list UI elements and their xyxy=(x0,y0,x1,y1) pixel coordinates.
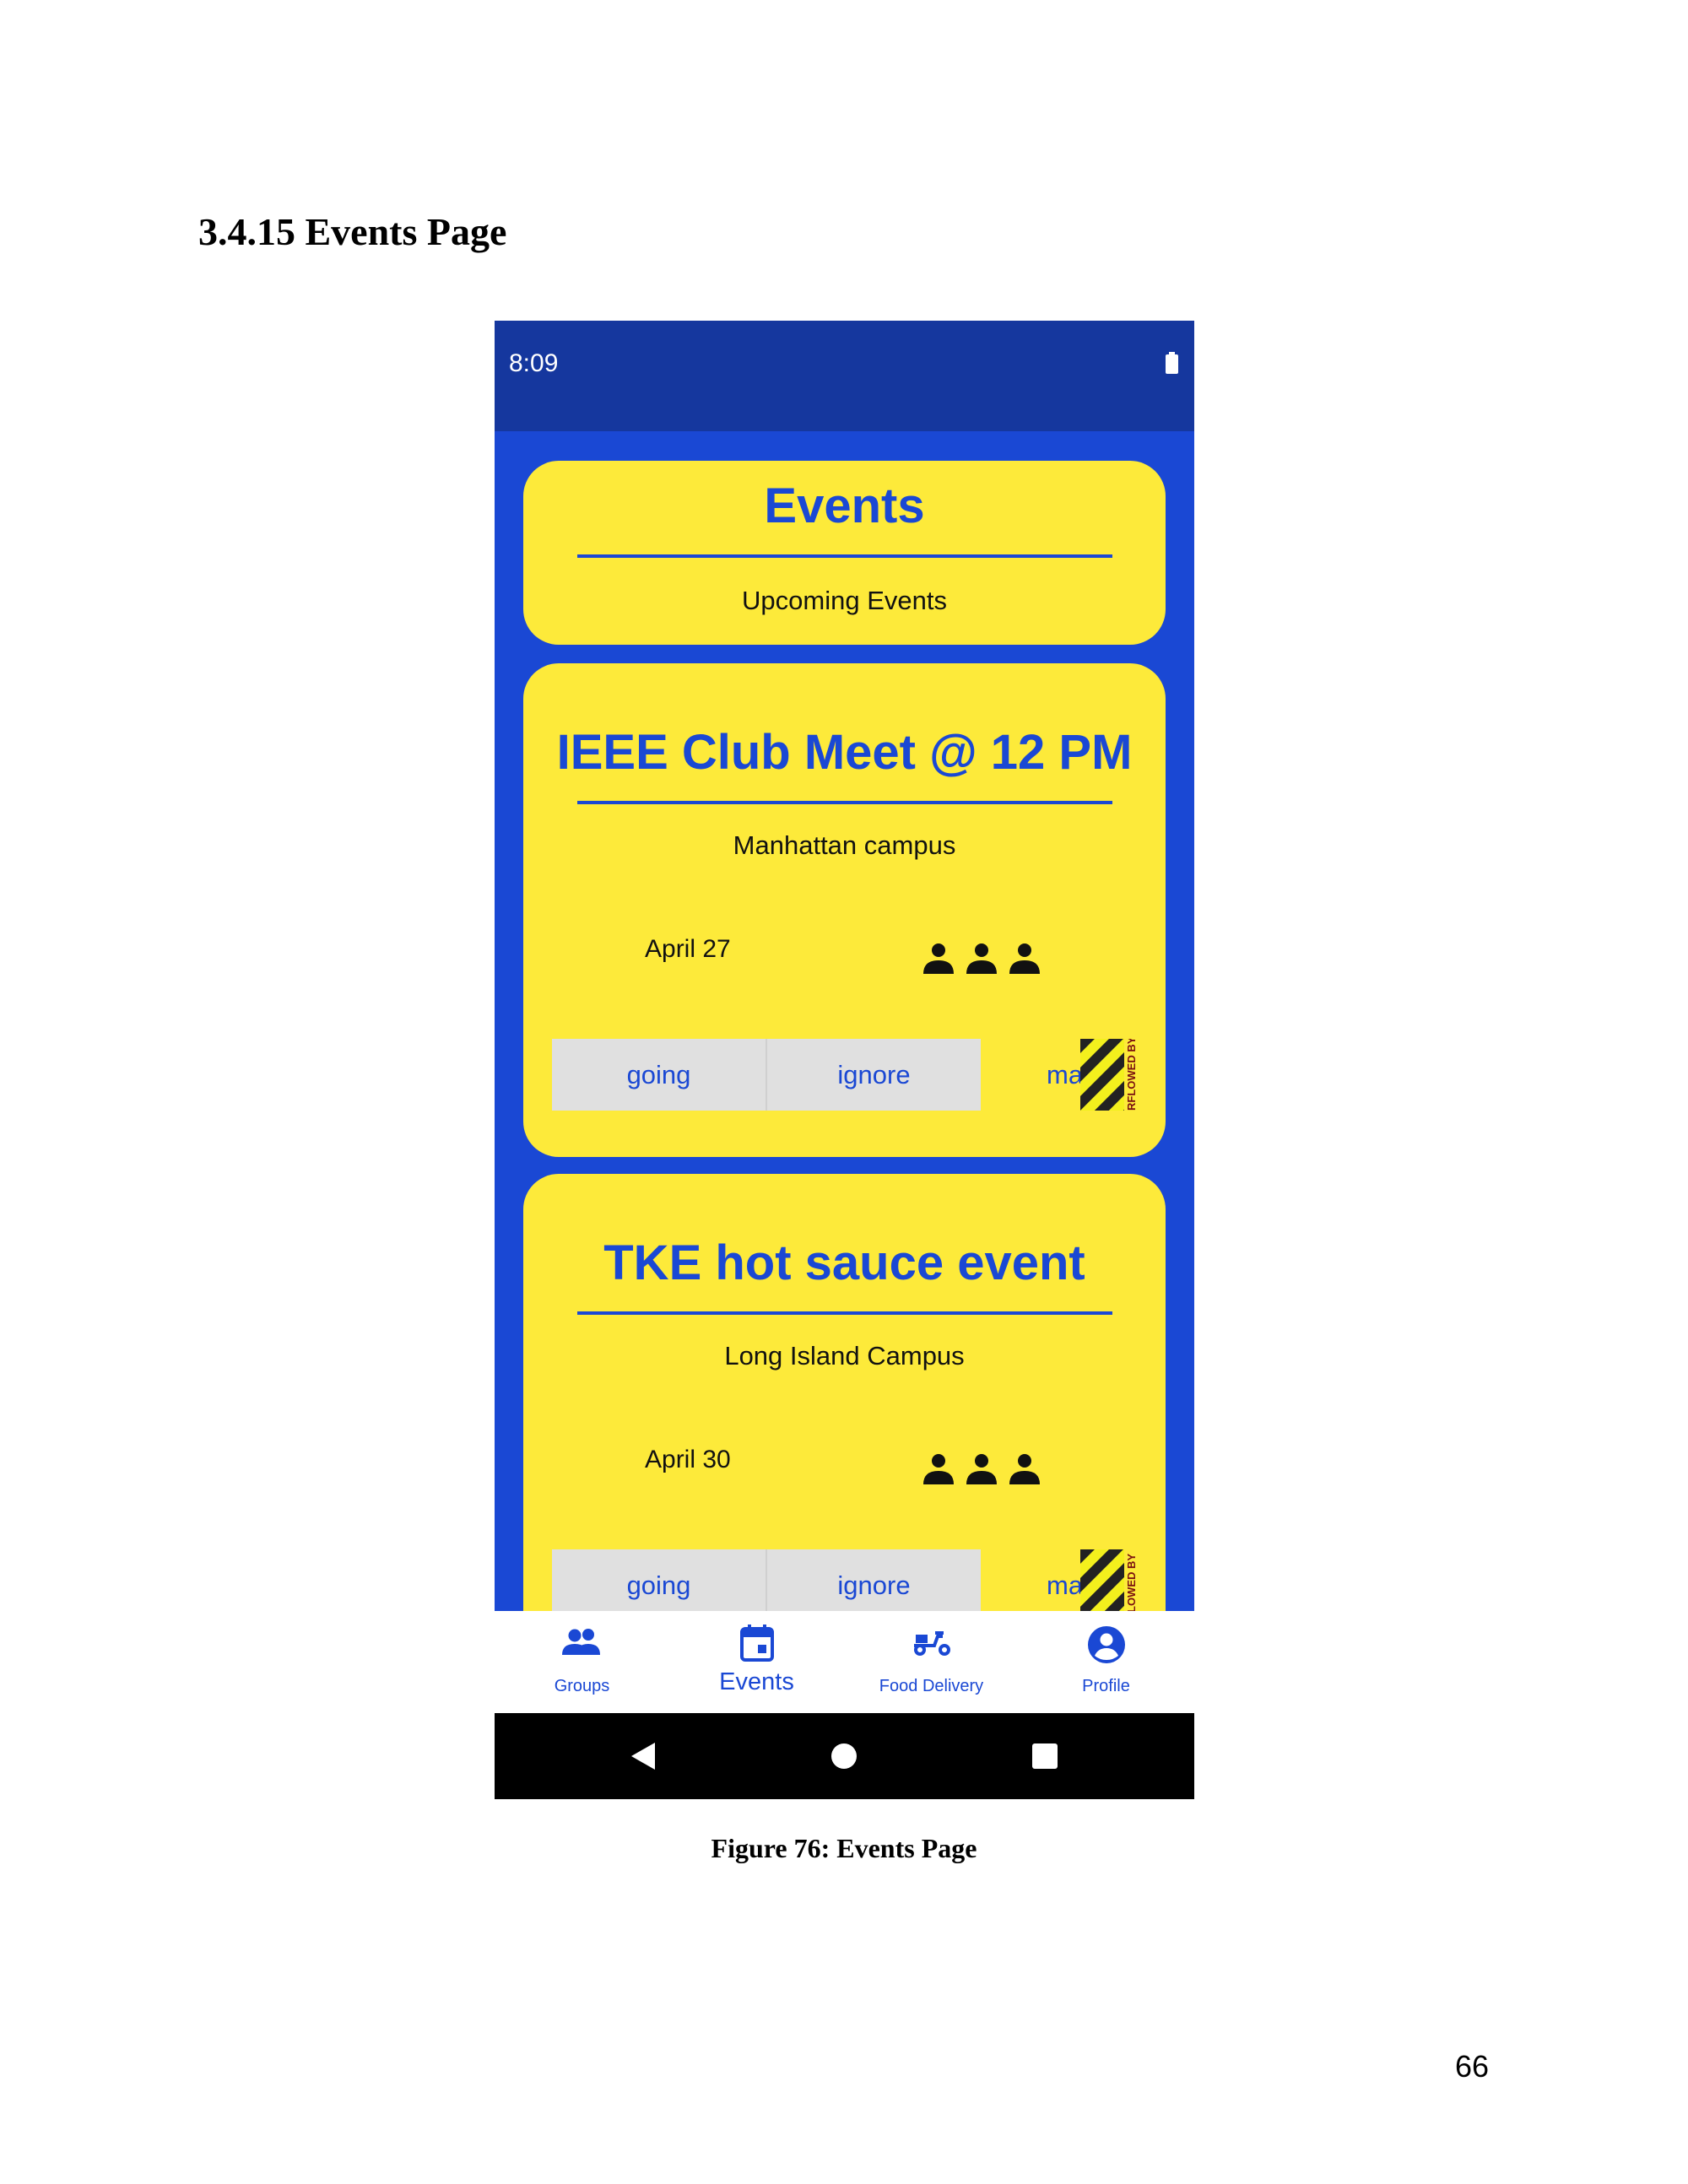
event-title: IEEE Club Meet @ 12 PM xyxy=(556,725,1133,780)
overflow-warning-stripe: LOWED BY xyxy=(1080,1549,1139,1611)
status-time: 8:09 xyxy=(509,349,559,377)
events-header-card: Events Upcoming Events xyxy=(523,461,1166,645)
maybe-button[interactable]: ma xyxy=(1047,1549,1083,1611)
ignore-button[interactable]: ignore xyxy=(767,1039,981,1111)
event-divider xyxy=(577,1311,1112,1315)
overflow-warning-stripe: RFLOWED BY xyxy=(1080,1039,1139,1111)
nav-label-food-delivery: Food Delivery xyxy=(879,1677,984,1695)
system-navigation-bar xyxy=(495,1713,1194,1799)
going-button[interactable]: going xyxy=(552,1549,766,1611)
going-button[interactable]: going xyxy=(552,1039,766,1111)
back-triangle-icon[interactable] xyxy=(630,1741,657,1771)
events-scroll-area[interactable]: Events Upcoming Events IEEE Club Meet @ … xyxy=(495,431,1194,1611)
nav-item-events[interactable]: Events xyxy=(669,1611,844,1713)
rsvp-button-group: going ignore xyxy=(552,1549,981,1611)
rsvp-button-group: going ignore xyxy=(552,1039,981,1111)
group-icon xyxy=(561,1629,600,1655)
event-card: TKE hot sauce event Long Island Campus A… xyxy=(523,1174,1166,1611)
page-number: 66 xyxy=(1455,2049,1490,2084)
recents-square-icon[interactable] xyxy=(1031,1743,1058,1770)
overflow-label: LOWED BY xyxy=(1125,1554,1138,1611)
home-circle-icon[interactable] xyxy=(830,1743,858,1770)
nav-label-groups: Groups xyxy=(554,1677,610,1695)
page-title: Events xyxy=(764,478,925,533)
header-divider xyxy=(577,554,1112,558)
nav-label-events: Events xyxy=(719,1668,794,1695)
nav-label-profile: Profile xyxy=(1082,1677,1130,1695)
event-location: Manhattan campus xyxy=(733,830,956,860)
overflow-label: RFLOWED BY xyxy=(1125,1039,1138,1111)
phone-screenshot: 8:09 Events Upcoming Events IEEE Club Me… xyxy=(495,321,1194,1799)
maybe-button[interactable]: ma xyxy=(1047,1039,1083,1111)
people-icon xyxy=(923,943,1040,974)
nav-item-profile[interactable]: Profile xyxy=(1019,1611,1193,1713)
event-date: April 27 xyxy=(645,935,731,963)
event-divider xyxy=(577,801,1112,804)
event-location: Long Island Campus xyxy=(724,1341,965,1370)
account-circle-icon xyxy=(1087,1626,1125,1663)
bottom-navigation: Groups Events Food Delivery Profile xyxy=(495,1611,1194,1713)
nav-item-food-delivery[interactable]: Food Delivery xyxy=(844,1611,1019,1713)
calendar-icon xyxy=(739,1624,774,1662)
event-date: April 30 xyxy=(645,1446,731,1473)
ignore-button[interactable]: ignore xyxy=(767,1549,981,1611)
people-icon xyxy=(923,1454,1040,1484)
battery-full-icon xyxy=(1166,352,1178,374)
section-heading: 3.4.15 Events Page xyxy=(198,210,507,253)
scooter-icon xyxy=(913,1631,950,1656)
event-title: TKE hot sauce event xyxy=(603,1235,1085,1290)
event-card: IEEE Club Meet @ 12 PM Manhattan campus … xyxy=(523,663,1166,1157)
page-subtitle: Upcoming Events xyxy=(742,586,947,615)
nav-item-groups[interactable]: Groups xyxy=(495,1611,669,1713)
figure-caption: Figure 76: Events Page xyxy=(711,1833,977,1863)
status-bar: 8:09 xyxy=(495,321,1194,431)
